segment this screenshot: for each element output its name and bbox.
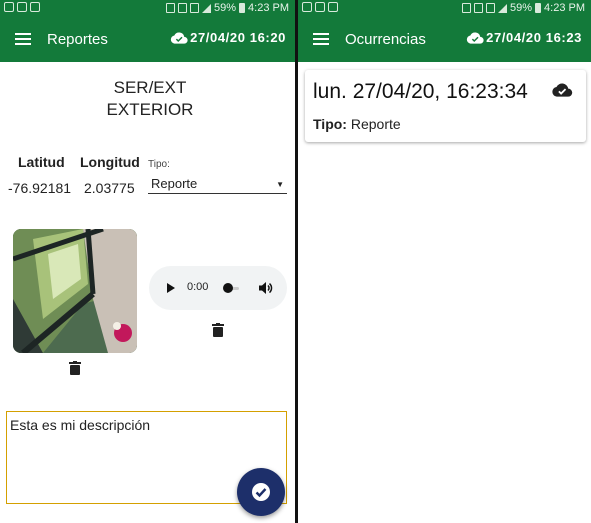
tipo-select[interactable]: Reporte ▼ [148, 176, 287, 194]
delete-photo-icon[interactable] [69, 361, 81, 375]
tipo-label: Tipo: [148, 159, 170, 170]
bluetooth-icon [474, 3, 483, 13]
occurrence-type-label: Tipo: [313, 116, 347, 132]
app-bar: Reportes 27/04/20 16:20 [0, 17, 295, 62]
occurrence-type: Tipo: Reporte [313, 116, 401, 132]
battery-percent: 59% [510, 2, 533, 14]
occurrence-card[interactable]: lun. 27/04/20, 16:23:34 Tipo: Reporte [305, 70, 586, 142]
cloud-done-icon [466, 31, 484, 44]
audio-time: 0:00 [187, 281, 209, 293]
ocurrencias-screen: 59% 4:23 PM Ocurrencias 27/04/20 16:23 l… [298, 0, 591, 523]
location-code: SER/EXT [113, 78, 187, 97]
app-bar-title: Ocurrencias [345, 31, 426, 48]
location-name: EXTERIOR [106, 100, 194, 119]
volume-icon[interactable] [259, 281, 273, 295]
sync-time: 27/04/20 16:23 [486, 30, 582, 45]
occurrence-type-value: Reporte [350, 116, 401, 132]
cloud-done-icon [552, 83, 573, 97]
battery-icon [535, 3, 542, 13]
sync-time: 27/04/20 16:20 [190, 30, 286, 45]
tipo-selected-value: Reporte [151, 176, 198, 191]
status-bar: 59% 4:23 PM [0, 0, 295, 17]
reportes-screen: 59% 4:23 PM Reportes 27/04/20 16:20 SER/… [0, 0, 295, 523]
audio-progress-thumb[interactable] [223, 283, 233, 293]
clock: 4:23 PM [544, 2, 585, 14]
nfc-icon [462, 3, 471, 13]
longitud-label: Longitud [80, 154, 140, 170]
clock: 4:23 PM [248, 2, 289, 14]
sync-status: 27/04/20 16:20 [170, 30, 286, 45]
check-icon [252, 483, 270, 501]
app-bar: Ocurrencias 27/04/20 16:23 [298, 17, 591, 62]
status-indicators: 59% 4:23 PM [166, 2, 289, 14]
latitud-label: Latitud [18, 154, 65, 170]
play-icon[interactable] [167, 283, 175, 293]
status-bar: 59% 4:23 PM [298, 0, 591, 17]
menu-icon[interactable] [15, 33, 31, 45]
dropdown-arrow-icon: ▼ [276, 180, 284, 189]
battery-percent: 59% [214, 2, 237, 14]
audio-player: 0:00 [149, 266, 287, 310]
notification-icons [4, 2, 40, 12]
photo-image [13, 229, 137, 353]
status-indicators: 59% 4:23 PM [462, 2, 585, 14]
app-bar-title: Reportes [47, 31, 108, 48]
submit-button[interactable] [237, 468, 285, 516]
nfc-icon [166, 3, 175, 13]
signal-icon [202, 3, 211, 13]
longitud-value: 2.03775 [84, 180, 135, 196]
delete-audio-icon[interactable] [212, 323, 224, 337]
latitud-value: -76.92181 [8, 180, 72, 196]
notification-icons [302, 2, 338, 12]
signal-icon [498, 3, 507, 13]
occurrence-datetime: lun. 27/04/20, 16:23:34 [313, 80, 528, 103]
sync-status: 27/04/20 16:23 [466, 30, 582, 45]
cloud-done-icon [170, 31, 188, 44]
wifi-icon [190, 3, 199, 13]
wifi-icon [486, 3, 495, 13]
bluetooth-icon [178, 3, 187, 13]
app-root: 59% 4:23 PM Reportes 27/04/20 16:20 SER/… [0, 0, 591, 523]
menu-icon[interactable] [313, 33, 329, 45]
battery-icon [239, 3, 246, 13]
report-photo[interactable] [13, 229, 137, 353]
